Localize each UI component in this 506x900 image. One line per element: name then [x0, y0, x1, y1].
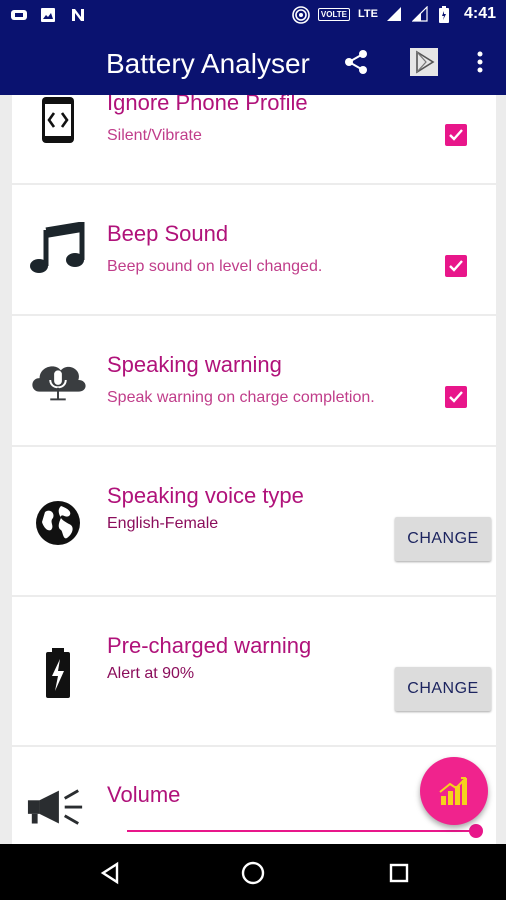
globe-icon: [28, 493, 88, 553]
battery-charging-icon: [28, 643, 88, 703]
megaphone-icon: [26, 779, 86, 839]
setting-title: Pre-charged warning: [107, 633, 312, 658]
more-vert-icon: [477, 51, 483, 73]
setting-title: Speaking warning: [107, 352, 282, 377]
app-toolbar: Battery Analyser: [0, 32, 506, 95]
setting-speaking-warning[interactable]: Speaking warning Speak warning on charge…: [12, 316, 496, 445]
back-button[interactable]: [95, 858, 125, 888]
setting-subtitle: English-Female: [107, 515, 219, 532]
setting-title: Beep Sound: [107, 221, 229, 246]
back-triangle-icon: [100, 861, 119, 885]
lte-label: LTE: [358, 8, 378, 20]
beep-sound-checkbox[interactable]: [445, 255, 467, 277]
speaking-warning-checkbox[interactable]: [445, 386, 467, 408]
signal-2-icon: [411, 5, 430, 22]
setting-subtitle: Beep sound on level changed.: [107, 258, 323, 275]
setting-title: Volume: [107, 782, 181, 807]
battery-icon: [438, 6, 456, 23]
link-icon: [10, 7, 28, 23]
change-voice-button[interactable]: CHANGE: [395, 517, 491, 561]
signal-icon: [386, 6, 404, 22]
home-circle-icon: [241, 861, 265, 885]
music-note-icon: [28, 218, 88, 278]
recents-square-icon: [389, 863, 409, 883]
bar-chart-icon: [439, 777, 467, 805]
setting-ignore-phone-profile[interactable]: Ignore Phone Profile Silent/Vibrate: [12, 95, 496, 183]
setting-subtitle: Silent/Vibrate: [107, 127, 202, 144]
ignore-profile-checkbox[interactable]: [445, 124, 467, 146]
change-precharge-button[interactable]: CHANGE: [395, 667, 491, 711]
system-icons: VOLTE LTE 4:41: [292, 5, 496, 24]
check-icon: [449, 260, 463, 272]
notification-icons: [10, 7, 88, 23]
play-store-button[interactable]: [406, 44, 442, 80]
settings-list: Ignore Phone Profile Silent/Vibrate Beep…: [12, 95, 496, 844]
hotspot-icon: [292, 6, 310, 24]
cloud-mic-icon: [28, 351, 88, 411]
volte-badge: VOLTE: [317, 7, 350, 21]
setting-title: Speaking voice type: [107, 483, 304, 508]
setting-beep-sound[interactable]: Beep Sound Beep sound on level changed.: [12, 185, 496, 314]
system-navigation-bar: [0, 844, 506, 900]
image-icon: [40, 7, 58, 23]
check-icon: [449, 129, 463, 141]
setting-subtitle: Alert at 90%: [107, 665, 195, 682]
status-bar: VOLTE LTE 4:41: [0, 0, 506, 32]
share-button[interactable]: [338, 44, 374, 80]
overflow-menu-button[interactable]: [462, 44, 498, 80]
n-notification-icon: [70, 7, 88, 23]
home-button[interactable]: [238, 858, 268, 888]
share-icon: [345, 50, 367, 74]
clock: 4:41: [463, 5, 496, 22]
app-title: Battery Analyser: [106, 48, 310, 79]
volume-slider-track[interactable]: [127, 830, 477, 832]
setting-pre-charged-warning: Pre-charged warning Alert at 90% CHANGE: [12, 597, 496, 745]
stats-fab-button[interactable]: [420, 757, 488, 825]
check-icon: [449, 391, 463, 403]
volume-slider-thumb[interactable]: [469, 824, 483, 838]
recents-button[interactable]: [384, 858, 414, 888]
setting-subtitle: Speak warning on charge completion.: [107, 389, 375, 406]
setting-speaking-voice-type: Speaking voice type English-Female CHANG…: [12, 447, 496, 595]
phone-code-icon: [28, 95, 88, 150]
setting-title: Ignore Phone Profile: [107, 95, 308, 115]
play-store-icon: [410, 48, 438, 76]
